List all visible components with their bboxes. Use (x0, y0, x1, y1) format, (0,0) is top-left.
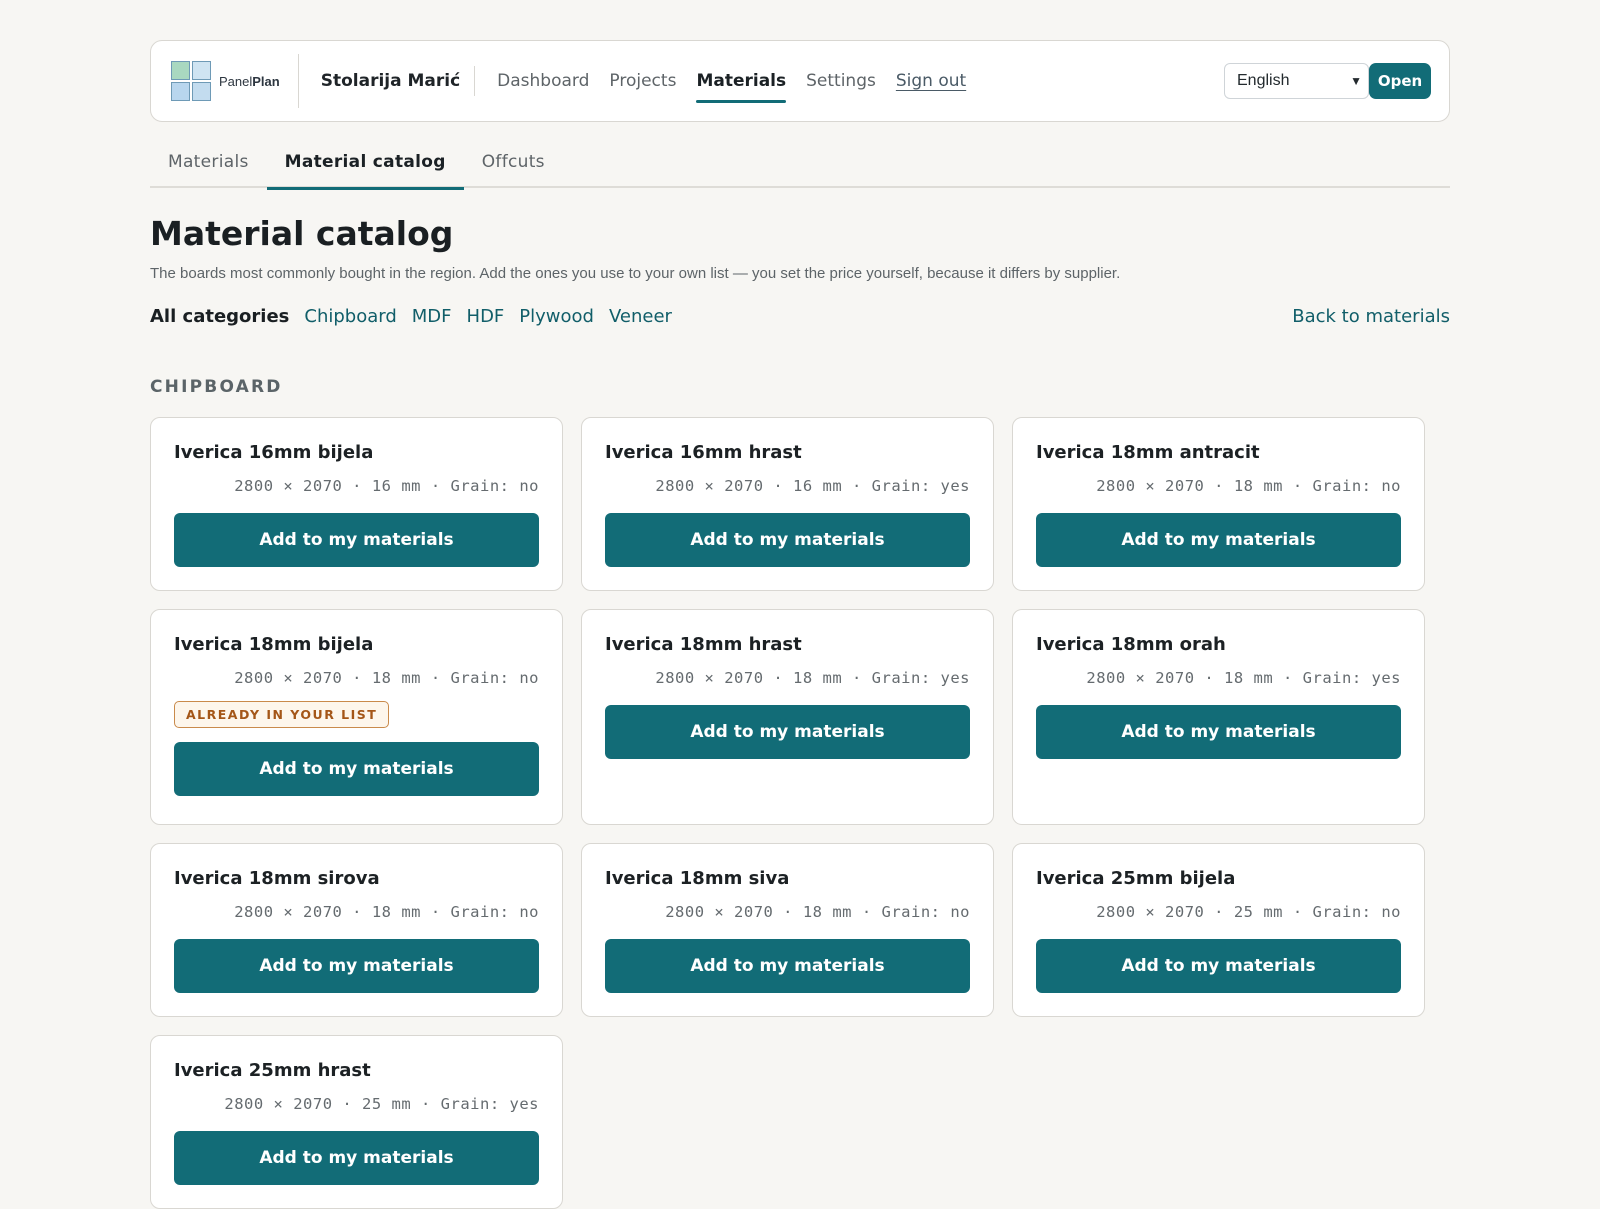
material-name: Iverica 18mm hrast (605, 634, 802, 655)
nav-dashboard[interactable]: Dashboard (497, 59, 589, 103)
material-spec: 2800 × 2070 · 18 mm · Grain: no (234, 903, 539, 921)
add-to-my-materials-button[interactable]: Add to my materials (605, 705, 970, 759)
material-card: Iverica 25mm bijela 2800 × 2070 · 25 mm … (1012, 843, 1425, 1017)
add-to-my-materials-button[interactable]: Add to my materials (605, 939, 970, 993)
nav-projects[interactable]: Projects (609, 59, 676, 103)
material-card: Iverica 18mm siva 2800 × 2070 · 18 mm · … (581, 843, 994, 1017)
filter-mdf[interactable]: MDF (412, 306, 452, 327)
app-header: PanelPlan Stolarija Marić Dashboard Proj… (150, 40, 1450, 122)
filter-plywood[interactable]: Plywood (519, 306, 594, 327)
material-card: Iverica 18mm hrast 2800 × 2070 · 18 mm ·… (581, 609, 994, 825)
add-to-my-materials-button[interactable]: Add to my materials (174, 1131, 539, 1185)
material-spec: 2800 × 2070 · 25 mm · Grain: yes (224, 1095, 539, 1113)
material-name: Iverica 25mm hrast (174, 1060, 371, 1081)
nav-materials[interactable]: Materials (696, 59, 786, 103)
material-card: Iverica 18mm orah 2800 × 2070 · 18 mm · … (1012, 609, 1425, 825)
back-to-materials-link[interactable]: Back to materials (1292, 306, 1450, 327)
workshop-name: Stolarija Marić (299, 66, 476, 96)
filter-all-categories[interactable]: All categories (150, 306, 289, 327)
filter-hdf[interactable]: HDF (467, 306, 505, 327)
page-subtitle: The boards most commonly bought in the r… (150, 265, 1121, 282)
material-name: Iverica 16mm bijela (174, 442, 374, 463)
material-card: Iverica 16mm bijela 2800 × 2070 · 16 mm … (150, 417, 563, 591)
material-spec: 2800 × 2070 · 18 mm · Grain: no (1096, 477, 1401, 495)
material-spec: 2800 × 2070 · 18 mm · Grain: yes (1086, 669, 1401, 687)
brand[interactable]: PanelPlan (171, 54, 299, 108)
page-title: Material catalog (150, 214, 454, 253)
material-name: Iverica 18mm antracit (1036, 442, 1260, 463)
subnav-tabs: Materials Material catalog Offcuts (150, 136, 1450, 190)
language-select[interactable]: English ▼ (1224, 63, 1369, 99)
material-spec: 2800 × 2070 · 18 mm · Grain: no (665, 903, 970, 921)
main-nav: Dashboard Projects Materials Settings Si… (497, 41, 966, 121)
material-card: Iverica 18mm bijela 2800 × 2070 · 18 mm … (150, 609, 563, 825)
chevron-down-icon: ▼ (1350, 74, 1362, 88)
material-name: Iverica 18mm bijela (174, 634, 374, 655)
add-to-my-materials-button[interactable]: Add to my materials (1036, 705, 1401, 759)
material-name: Iverica 16mm hrast (605, 442, 802, 463)
material-name: Iverica 18mm siva (605, 868, 790, 889)
material-card: Iverica 18mm sirova 2800 × 2070 · 18 mm … (150, 843, 563, 1017)
catalog-grid: Iverica 16mm bijela 2800 × 2070 · 16 mm … (150, 417, 1450, 1209)
material-card: Iverica 25mm hrast 2800 × 2070 · 25 mm ·… (150, 1035, 563, 1209)
tab-materials[interactable]: Materials (150, 136, 267, 188)
tab-material-catalog[interactable]: Material catalog (266, 136, 464, 190)
add-to-my-materials-button[interactable]: Add to my materials (1036, 513, 1401, 567)
tab-offcuts[interactable]: Offcuts (464, 136, 563, 188)
open-button[interactable]: Open (1369, 63, 1431, 99)
section-title: CHIPBOARD (150, 377, 283, 397)
add-to-my-materials-button[interactable]: Add to my materials (174, 742, 539, 796)
panelplan-logo-icon (171, 61, 211, 101)
add-to-my-materials-button[interactable]: Add to my materials (174, 513, 539, 567)
material-name: Iverica 25mm bijela (1036, 868, 1236, 889)
page: PanelPlan Stolarija Marić Dashboard Proj… (150, 40, 1450, 1209)
material-card: Iverica 16mm hrast 2800 × 2070 · 16 mm ·… (581, 417, 994, 591)
nav-settings[interactable]: Settings (806, 59, 876, 103)
material-spec: 2800 × 2070 · 25 mm · Grain: no (1096, 903, 1401, 921)
material-spec: 2800 × 2070 · 18 mm · Grain: no (234, 669, 539, 687)
filter-chipboard[interactable]: Chipboard (304, 306, 396, 327)
material-name: Iverica 18mm orah (1036, 634, 1226, 655)
language-value: English (1237, 72, 1290, 89)
brand-name: PanelPlan (219, 73, 280, 89)
category-filters: All categories Chipboard MDF HDF Plywood… (150, 306, 1450, 327)
material-spec: 2800 × 2070 · 16 mm · Grain: yes (655, 477, 970, 495)
add-to-my-materials-button[interactable]: Add to my materials (605, 513, 970, 567)
material-spec: 2800 × 2070 · 18 mm · Grain: yes (655, 669, 970, 687)
add-to-my-materials-button[interactable]: Add to my materials (174, 939, 539, 993)
material-spec: 2800 × 2070 · 16 mm · Grain: no (234, 477, 539, 495)
filter-veneer[interactable]: Veneer (609, 306, 672, 327)
add-to-my-materials-button[interactable]: Add to my materials (1036, 939, 1401, 993)
already-in-list-badge: ALREADY IN YOUR LIST (174, 701, 390, 728)
nav-sign-out[interactable]: Sign out (896, 59, 966, 103)
material-card: Iverica 18mm antracit 2800 × 2070 · 18 m… (1012, 417, 1425, 591)
material-name: Iverica 18mm sirova (174, 868, 380, 889)
